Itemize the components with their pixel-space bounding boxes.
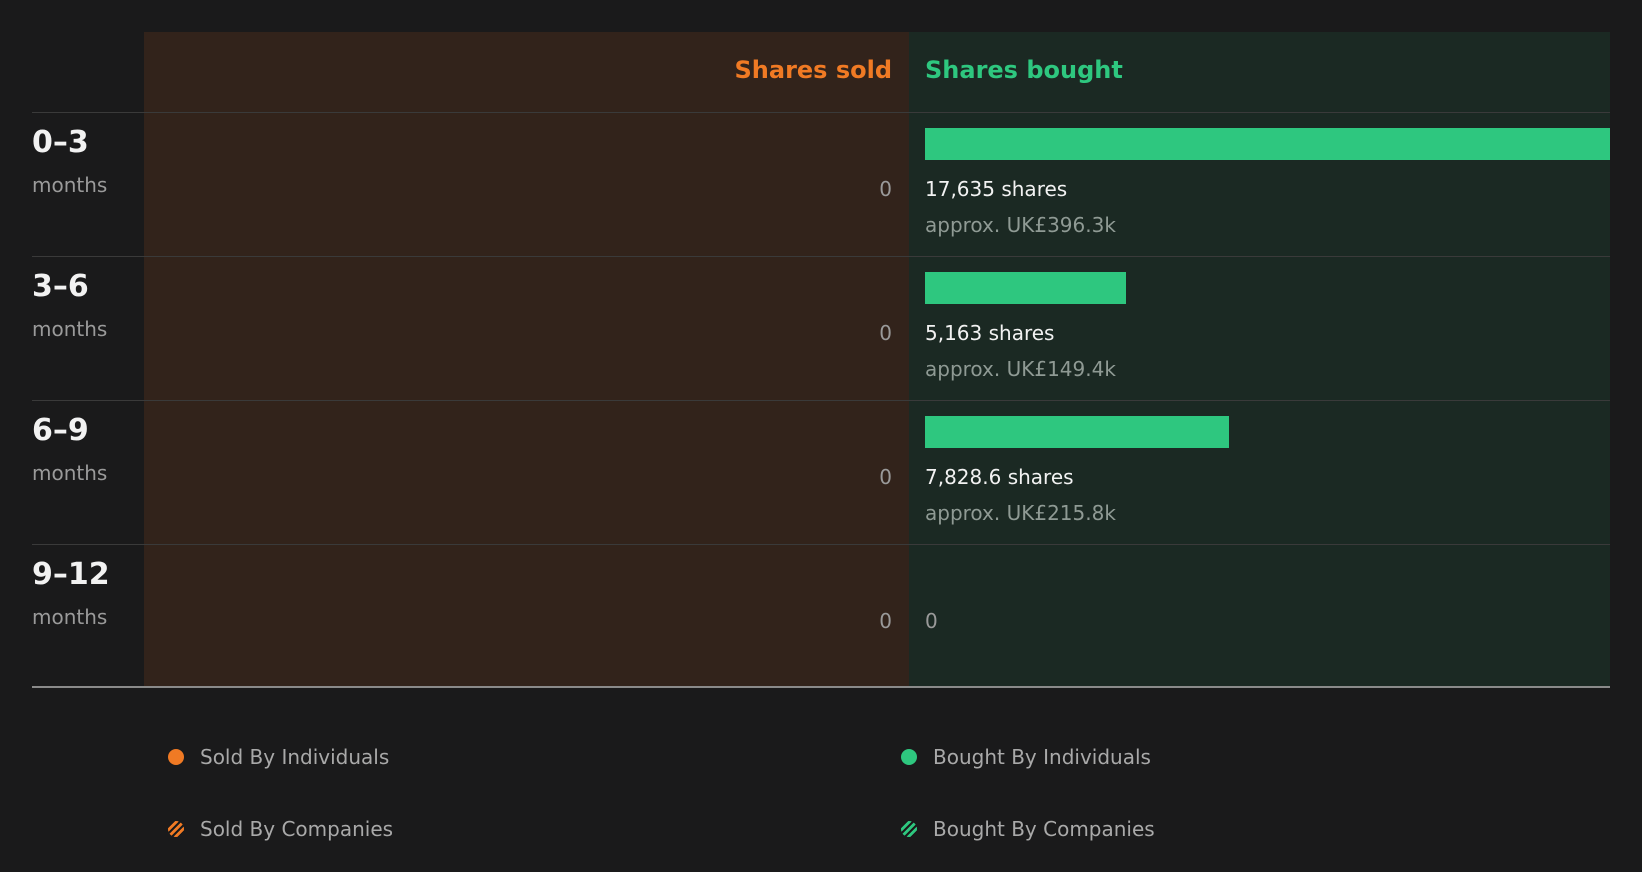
- period-label: 3–6: [32, 269, 89, 304]
- sold-value: 0: [879, 177, 892, 201]
- bought-approx-value: approx. UK£149.4k: [925, 357, 1116, 381]
- insider-trading-chart: Shares sold Shares bought 0–3 months 0 1…: [0, 0, 1642, 690]
- legend-sold-companies[interactable]: Sold By Companies: [168, 817, 393, 841]
- legend-label: Sold By Individuals: [200, 745, 390, 769]
- bought-bar: [925, 128, 1610, 160]
- period-label: 6–9: [32, 413, 89, 448]
- bought-approx-value: approx. UK£215.8k: [925, 501, 1116, 525]
- bought-bar: [925, 416, 1229, 448]
- orange-dot-icon: [168, 749, 184, 765]
- sold-value: 0: [879, 609, 892, 633]
- shares-sold-header: Shares sold: [734, 56, 893, 84]
- bought-shares-label: 17,635 shares: [925, 177, 1068, 201]
- bought-zero-value: 0: [925, 609, 938, 633]
- period-unit: months: [32, 317, 108, 341]
- period-unit: months: [32, 605, 108, 629]
- legend-bought-companies[interactable]: Bought By Companies: [901, 817, 1155, 841]
- chart-baseline: [32, 686, 1610, 688]
- legend-sold-individuals[interactable]: Sold By Individuals: [168, 745, 389, 769]
- shares-bought-header: Shares bought: [925, 56, 1123, 84]
- period-unit: months: [32, 461, 108, 485]
- period-row: 0–3 months 0 17,635 shares approx. UK£39…: [0, 113, 1642, 257]
- bought-approx-value: approx. UK£396.3k: [925, 213, 1116, 237]
- period-row: 3–6 months 0 5,163 shares approx. UK£149…: [0, 257, 1642, 401]
- sold-value: 0: [879, 465, 892, 489]
- legend-label: Sold By Companies: [200, 817, 394, 841]
- green-striped-dot-icon: [901, 821, 917, 837]
- sold-value: 0: [879, 321, 892, 345]
- bought-bar: [925, 272, 1126, 304]
- period-row: 6–9 months 0 7,828.6 shares approx. UK£2…: [0, 401, 1642, 545]
- period-unit: months: [32, 173, 108, 197]
- legend-label: Bought By Individuals: [933, 745, 1151, 769]
- green-dot-icon: [901, 749, 917, 765]
- legend-bought-individuals[interactable]: Bought By Individuals: [901, 745, 1151, 769]
- bought-shares-label: 5,163 shares: [925, 321, 1055, 345]
- orange-striped-dot-icon: [168, 821, 184, 837]
- bought-shares-label: 7,828.6 shares: [925, 465, 1074, 489]
- period-row: 9–12 months 0 0: [0, 545, 1642, 689]
- period-label: 0–3: [32, 125, 89, 160]
- legend-label: Bought By Companies: [933, 817, 1155, 841]
- period-label: 9–12: [32, 557, 110, 592]
